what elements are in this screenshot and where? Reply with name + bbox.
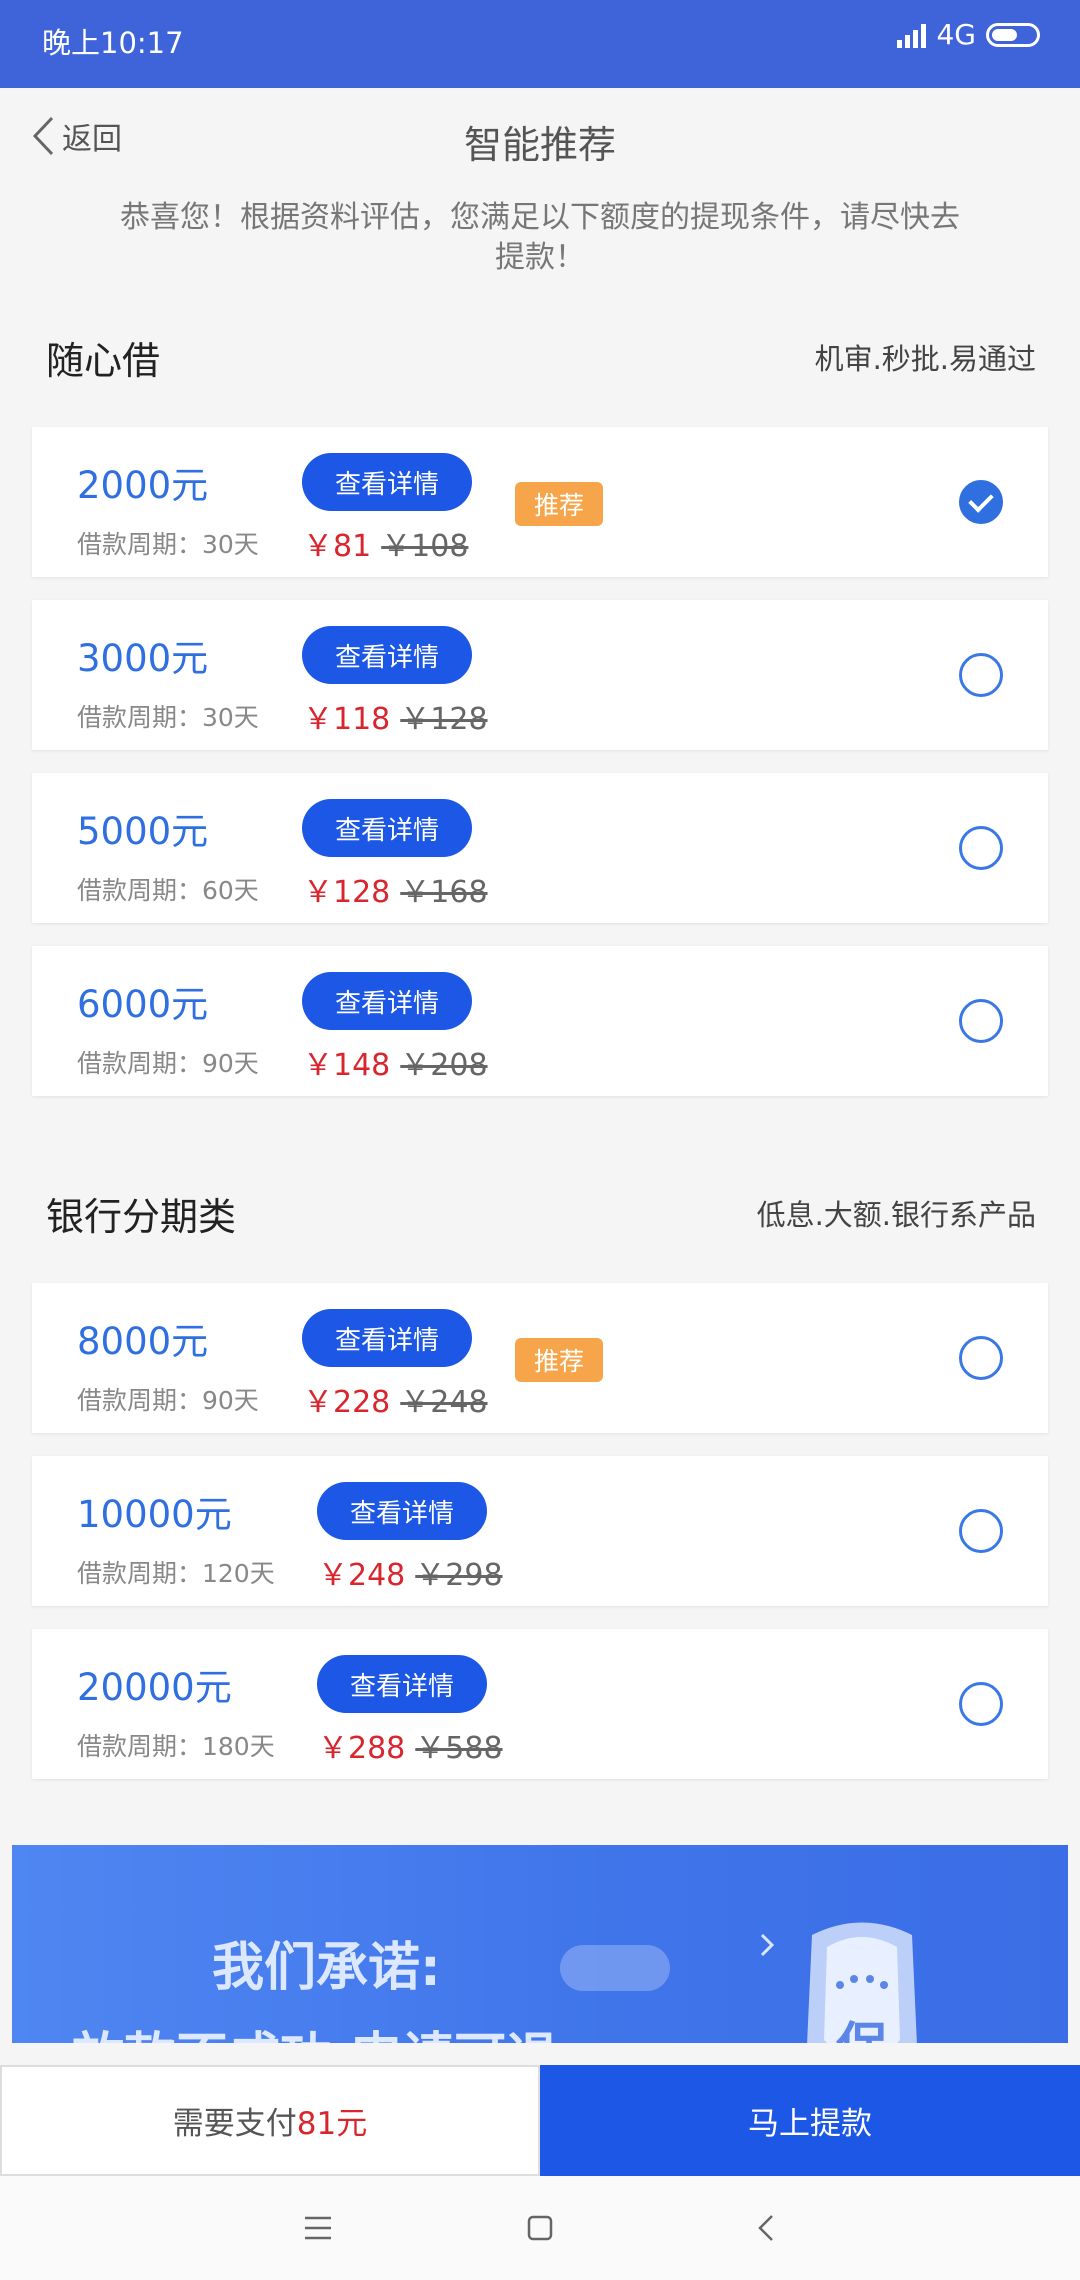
original-price: ￥128 [400, 702, 488, 737]
banner-title: 我们承诺: [212, 1938, 441, 1998]
payment-amount: 81元 [296, 2106, 368, 2142]
loan-amount: 5000元 [77, 810, 209, 853]
discount-price: ￥128 [303, 875, 391, 910]
payment-summary: 需要支付 81元 [0, 2065, 540, 2176]
loan-amount: 10000元 [77, 1493, 232, 1536]
back-nav-icon[interactable] [744, 2206, 788, 2250]
loan-card-5000[interactable]: 5000元 借款周期：60天 查看详情 ￥128 ￥168 [32, 773, 1048, 923]
loan-card-6000[interactable]: 6000元 借款周期：90天 查看详情 ￥148 ￥208 [32, 946, 1048, 1096]
status-icons: 4G [897, 18, 1040, 51]
original-price: ￥588 [415, 1731, 503, 1766]
view-details-button[interactable]: 查看详情 [302, 626, 472, 684]
price-group: ￥81 ￥108 [303, 521, 468, 565]
section-title: 银行分期类 [46, 1194, 237, 1239]
loan-card-3000[interactable]: 3000元 借款周期：30天 查看详情 ￥118 ￥128 [32, 600, 1048, 750]
original-price: ￥208 [400, 1048, 488, 1083]
bottom-action-bar: 需要支付 81元 马上提款 [0, 2065, 1080, 2176]
loan-period: 借款周期：90天 [77, 1386, 259, 1415]
battery-icon [986, 22, 1040, 47]
radio-selected[interactable] [959, 480, 1003, 524]
original-price: ￥168 [400, 875, 488, 910]
view-details-button[interactable]: 查看详情 [302, 453, 472, 511]
section-tagline: 机审.秒批.易通过 [814, 342, 1036, 376]
recommend-badge: 推荐 [515, 1338, 603, 1382]
shield-icon: 保 [760, 1922, 917, 2043]
section-title: 随心借 [46, 338, 161, 383]
price-group: ￥118 ￥128 [303, 694, 488, 738]
section-tagline: 低息.大额.银行系产品 [756, 1198, 1036, 1232]
loan-amount: 3000元 [77, 637, 209, 680]
section-header-suixinjie: 随心借 机审.秒批.易通过 [46, 327, 1036, 387]
banner-subtitle: 放款不成功 申请可退 [72, 2015, 558, 2043]
loan-card-2000[interactable]: 2000元 借款周期：30天 查看详情 ￥81 ￥108 推荐 [32, 427, 1048, 577]
discount-price: ￥148 [303, 1048, 391, 1083]
loan-period: 借款周期：30天 [77, 530, 259, 559]
discount-price: ￥288 [318, 1731, 406, 1766]
discount-price: ￥248 [318, 1558, 406, 1593]
original-price: ￥248 [400, 1385, 488, 1420]
radio-unselected[interactable] [959, 653, 1003, 697]
home-icon[interactable] [518, 2206, 562, 2250]
price-group: ￥248 ￥298 [318, 1550, 503, 1594]
system-nav-bar [0, 2176, 1080, 2280]
payment-label: 需要支付 [172, 2106, 297, 2142]
price-group: ￥128 ￥168 [303, 867, 488, 911]
loan-period: 借款周期：180天 [77, 1732, 275, 1761]
loan-amount: 8000元 [77, 1320, 209, 1363]
loan-card-10000[interactable]: 10000元 借款周期：120天 查看详情 ￥248 ￥298 [32, 1456, 1048, 1606]
loan-period: 借款周期：120天 [77, 1559, 275, 1588]
radio-unselected[interactable] [959, 826, 1003, 870]
view-details-button[interactable]: 查看详情 [317, 1655, 487, 1713]
loan-card-20000[interactable]: 20000元 借款周期：180天 查看详情 ￥288 ￥588 [32, 1629, 1048, 1779]
top-bar: 返回 智能推荐 [0, 88, 1080, 194]
loan-period: 借款周期：90天 [77, 1049, 259, 1078]
price-group: ￥148 ￥208 [303, 1040, 488, 1084]
radio-unselected[interactable] [959, 1509, 1003, 1553]
status-bar: 晚上10:17 4G [0, 0, 1080, 88]
view-details-button[interactable]: 查看详情 [302, 1309, 472, 1367]
shield-character: 保 [836, 2018, 889, 2043]
section-header-bank-installment: 银行分期类 低息.大额.银行系产品 [46, 1183, 1036, 1243]
loan-amount: 6000元 [77, 983, 209, 1026]
withdraw-now-button[interactable]: 马上提款 [540, 2065, 1080, 2176]
menu-icon[interactable] [296, 2206, 340, 2250]
discount-price: ￥81 [303, 529, 372, 564]
view-details-button[interactable]: 查看详情 [317, 1482, 487, 1540]
price-group: ￥228 ￥248 [303, 1377, 488, 1421]
loan-period: 借款周期：30天 [77, 703, 259, 732]
radio-unselected[interactable] [959, 1336, 1003, 1380]
loan-period: 借款周期：60天 [77, 876, 259, 905]
view-details-button[interactable]: 查看详情 [302, 972, 472, 1030]
loan-card-8000[interactable]: 8000元 借款周期：90天 查看详情 ￥228 ￥248 推荐 [32, 1283, 1048, 1433]
page-title: 智能推荐 [463, 123, 616, 167]
view-details-button[interactable]: 查看详情 [302, 799, 472, 857]
price-group: ￥288 ￥588 [318, 1723, 503, 1767]
signal-icon [897, 22, 927, 48]
original-price: ￥298 [415, 1558, 503, 1593]
cloud-decoration [560, 1945, 670, 1991]
recommend-badge: 推荐 [515, 482, 603, 526]
discount-price: ￥228 [303, 1385, 391, 1420]
promise-banner[interactable]: 我们承诺: 放款不成功 申请可退 保 [12, 1845, 1068, 2043]
loan-amount: 2000元 [77, 464, 209, 507]
intro-text: 恭喜您！根据资料评估，您满足以下额度的提现条件，请尽快去提款！ [120, 200, 960, 275]
network-label: 4G [936, 18, 976, 51]
status-time: 晚上10:17 [42, 26, 184, 60]
radio-unselected[interactable] [959, 999, 1003, 1043]
loan-amount: 20000元 [77, 1666, 232, 1709]
original-price: ￥108 [381, 529, 469, 564]
discount-price: ￥118 [303, 702, 391, 737]
radio-unselected[interactable] [959, 1682, 1003, 1726]
